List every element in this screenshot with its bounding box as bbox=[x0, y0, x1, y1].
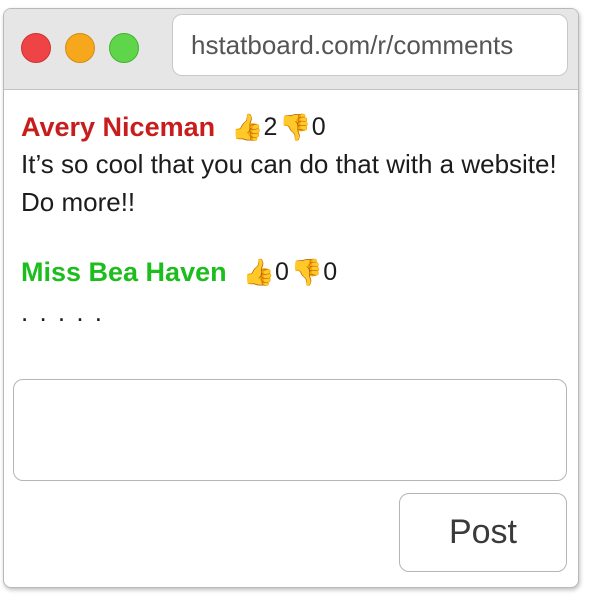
comment-text: It’s so cool that you can do that with a… bbox=[21, 149, 557, 217]
browser-window: hstatboard.com/r/comments Avery Niceman … bbox=[3, 8, 579, 588]
dislike-count: 0 bbox=[311, 112, 326, 141]
thumbs-down-icon[interactable]: 👎 bbox=[279, 112, 311, 142]
dislike-count: 0 bbox=[323, 257, 338, 286]
close-window-button[interactable] bbox=[21, 33, 51, 63]
thumbs-up-icon[interactable]: 👍 bbox=[231, 112, 263, 142]
like-count: 0 bbox=[274, 257, 289, 286]
thumbs-up-icon[interactable]: 👍 bbox=[243, 257, 275, 287]
comment-header: Avery Niceman 👍 2 👎 0 bbox=[21, 110, 328, 144]
comment-author: Avery Niceman bbox=[21, 111, 216, 142]
thumbs-down-icon[interactable]: 👎 bbox=[291, 257, 323, 287]
post-button[interactable]: Post bbox=[399, 493, 567, 572]
like-count: 2 bbox=[263, 112, 278, 141]
comment-input[interactable] bbox=[13, 379, 567, 481]
comment-header: Miss Bea Haven 👍 0 👎 0 bbox=[21, 255, 339, 289]
title-bar: hstatboard.com/r/comments bbox=[4, 9, 578, 90]
address-bar[interactable]: hstatboard.com/r/comments bbox=[172, 14, 568, 76]
comment-author: Miss Bea Haven bbox=[21, 256, 227, 287]
minimize-window-button[interactable] bbox=[65, 33, 95, 63]
maximize-window-button[interactable] bbox=[109, 33, 139, 63]
comment-text: . . . . . bbox=[21, 297, 105, 327]
